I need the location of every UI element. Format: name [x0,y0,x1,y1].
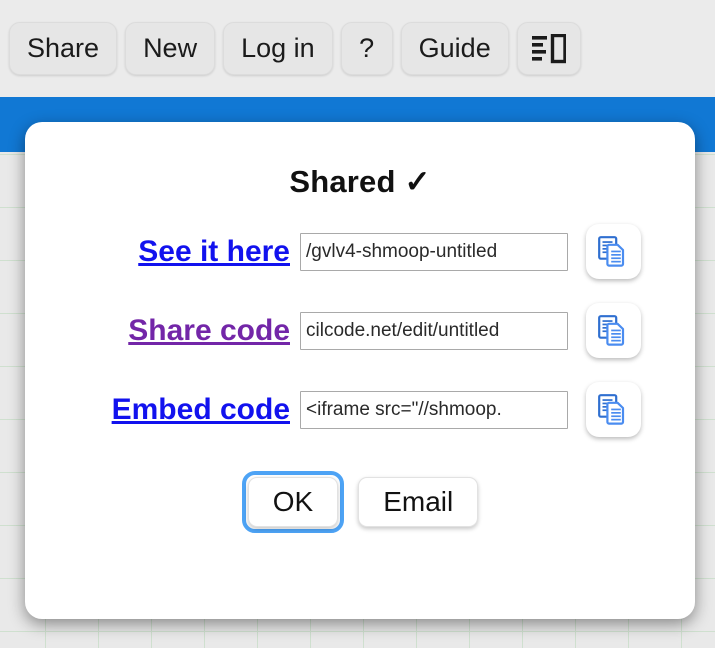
embed-code-link[interactable]: Embed code [85,393,290,427]
copy-see-it-here-button[interactable] [586,224,641,279]
copy-share-code-button[interactable] [586,303,641,358]
copy-icon [598,315,629,346]
share-code-link[interactable]: Share code [85,314,290,348]
share-code-input[interactable] [300,311,568,350]
see-it-here-input[interactable] [300,232,568,271]
see-it-here-link[interactable]: See it here [85,235,290,269]
dialog-title: Shared ✓ [289,164,431,199]
share-row: See it here [25,224,695,279]
new-button[interactable]: New [125,22,216,75]
ok-button[interactable]: OK [247,477,339,527]
copy-icon [598,394,629,425]
copy-icon [598,236,629,267]
share-dialog: Shared ✓ See it here /gvlv4-shmoop-untit… [25,122,695,619]
top-toolbar: Share New Log in ? Guide [0,0,715,97]
share-row: Share code [25,303,695,358]
share-row: Embed code [25,382,695,437]
login-button[interactable]: Log in [223,22,333,75]
layout-panel-icon [531,33,566,64]
email-button[interactable]: Email [358,477,479,527]
guide-button[interactable]: Guide [400,22,509,75]
copy-embed-code-button[interactable] [586,382,641,437]
help-button[interactable]: ? [340,22,393,75]
layout-toggle-button[interactable] [516,22,581,75]
ok-button-focus-ring: OK [241,471,345,533]
embed-code-input[interactable] [300,390,568,429]
dialog-actions: OK Email [25,471,695,533]
share-button[interactable]: Share [9,22,118,75]
